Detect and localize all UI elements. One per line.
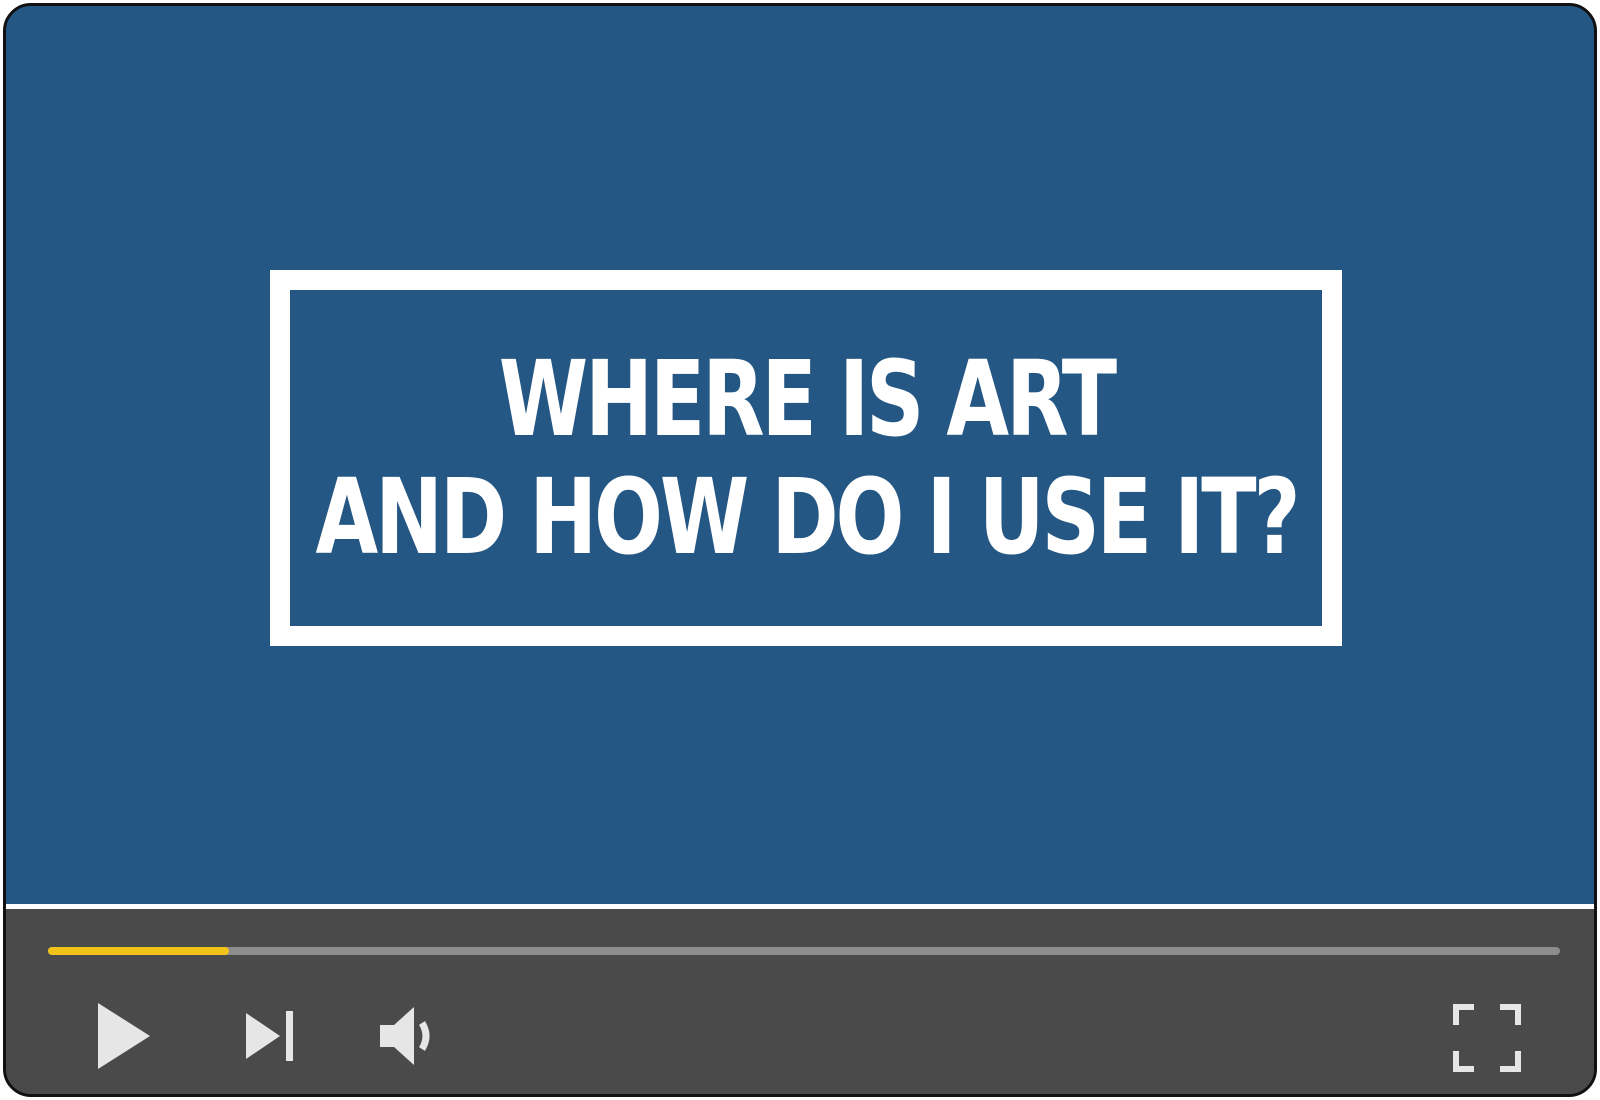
progress-fill xyxy=(48,947,230,955)
play-icon xyxy=(98,1003,150,1069)
progress-bar[interactable] xyxy=(48,947,1560,955)
control-bar xyxy=(6,909,1594,1094)
fullscreen-icon xyxy=(1453,1004,1521,1072)
skip-next-button[interactable] xyxy=(244,1009,300,1063)
skip-next-icon xyxy=(246,1011,293,1061)
play-button[interactable] xyxy=(94,1001,154,1071)
volume-button[interactable] xyxy=(378,1003,438,1069)
video-screen[interactable]: WHERE IS ART AND HOW DO I USE IT? xyxy=(6,6,1594,904)
volume-icon xyxy=(380,1007,430,1065)
video-player: WHERE IS ART AND HOW DO I USE IT? xyxy=(3,3,1597,1097)
title-line-2: AND HOW DO I USE IT? xyxy=(315,456,1300,578)
title-card: WHERE IS ART AND HOW DO I USE IT? xyxy=(270,270,1342,646)
title-line-1: WHERE IS ART xyxy=(498,338,1116,460)
fullscreen-button[interactable] xyxy=(1452,1003,1522,1073)
